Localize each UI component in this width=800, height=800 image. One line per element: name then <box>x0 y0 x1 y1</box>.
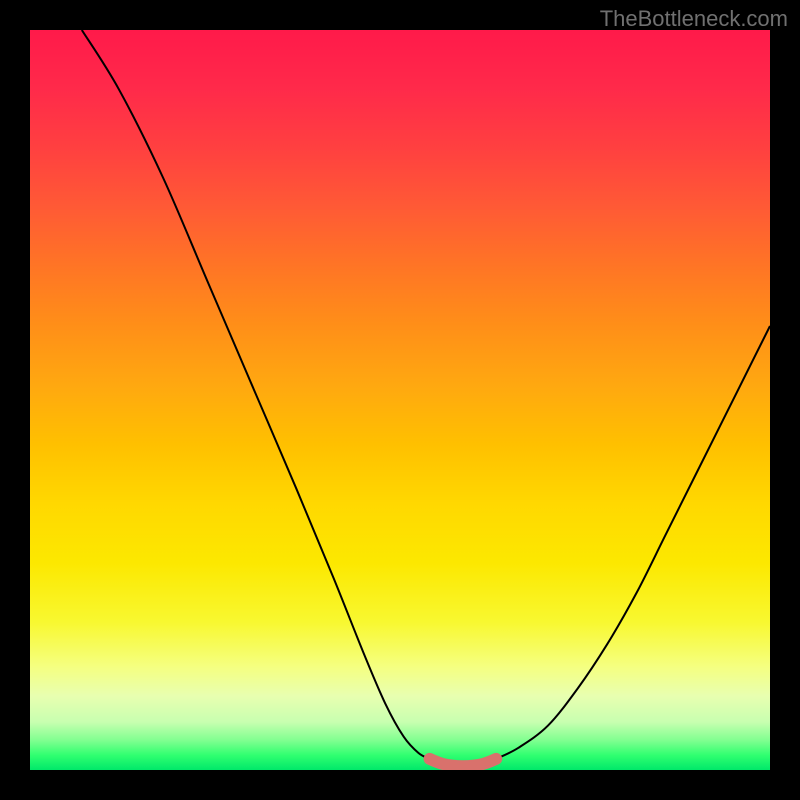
bottleneck-chart <box>30 30 770 770</box>
chart-svg <box>30 30 770 770</box>
left-curve-line <box>82 30 430 759</box>
watermark-text: TheBottleneck.com <box>600 6 788 32</box>
right-curve-line <box>496 326 770 759</box>
trough-highlight-line <box>430 759 497 766</box>
